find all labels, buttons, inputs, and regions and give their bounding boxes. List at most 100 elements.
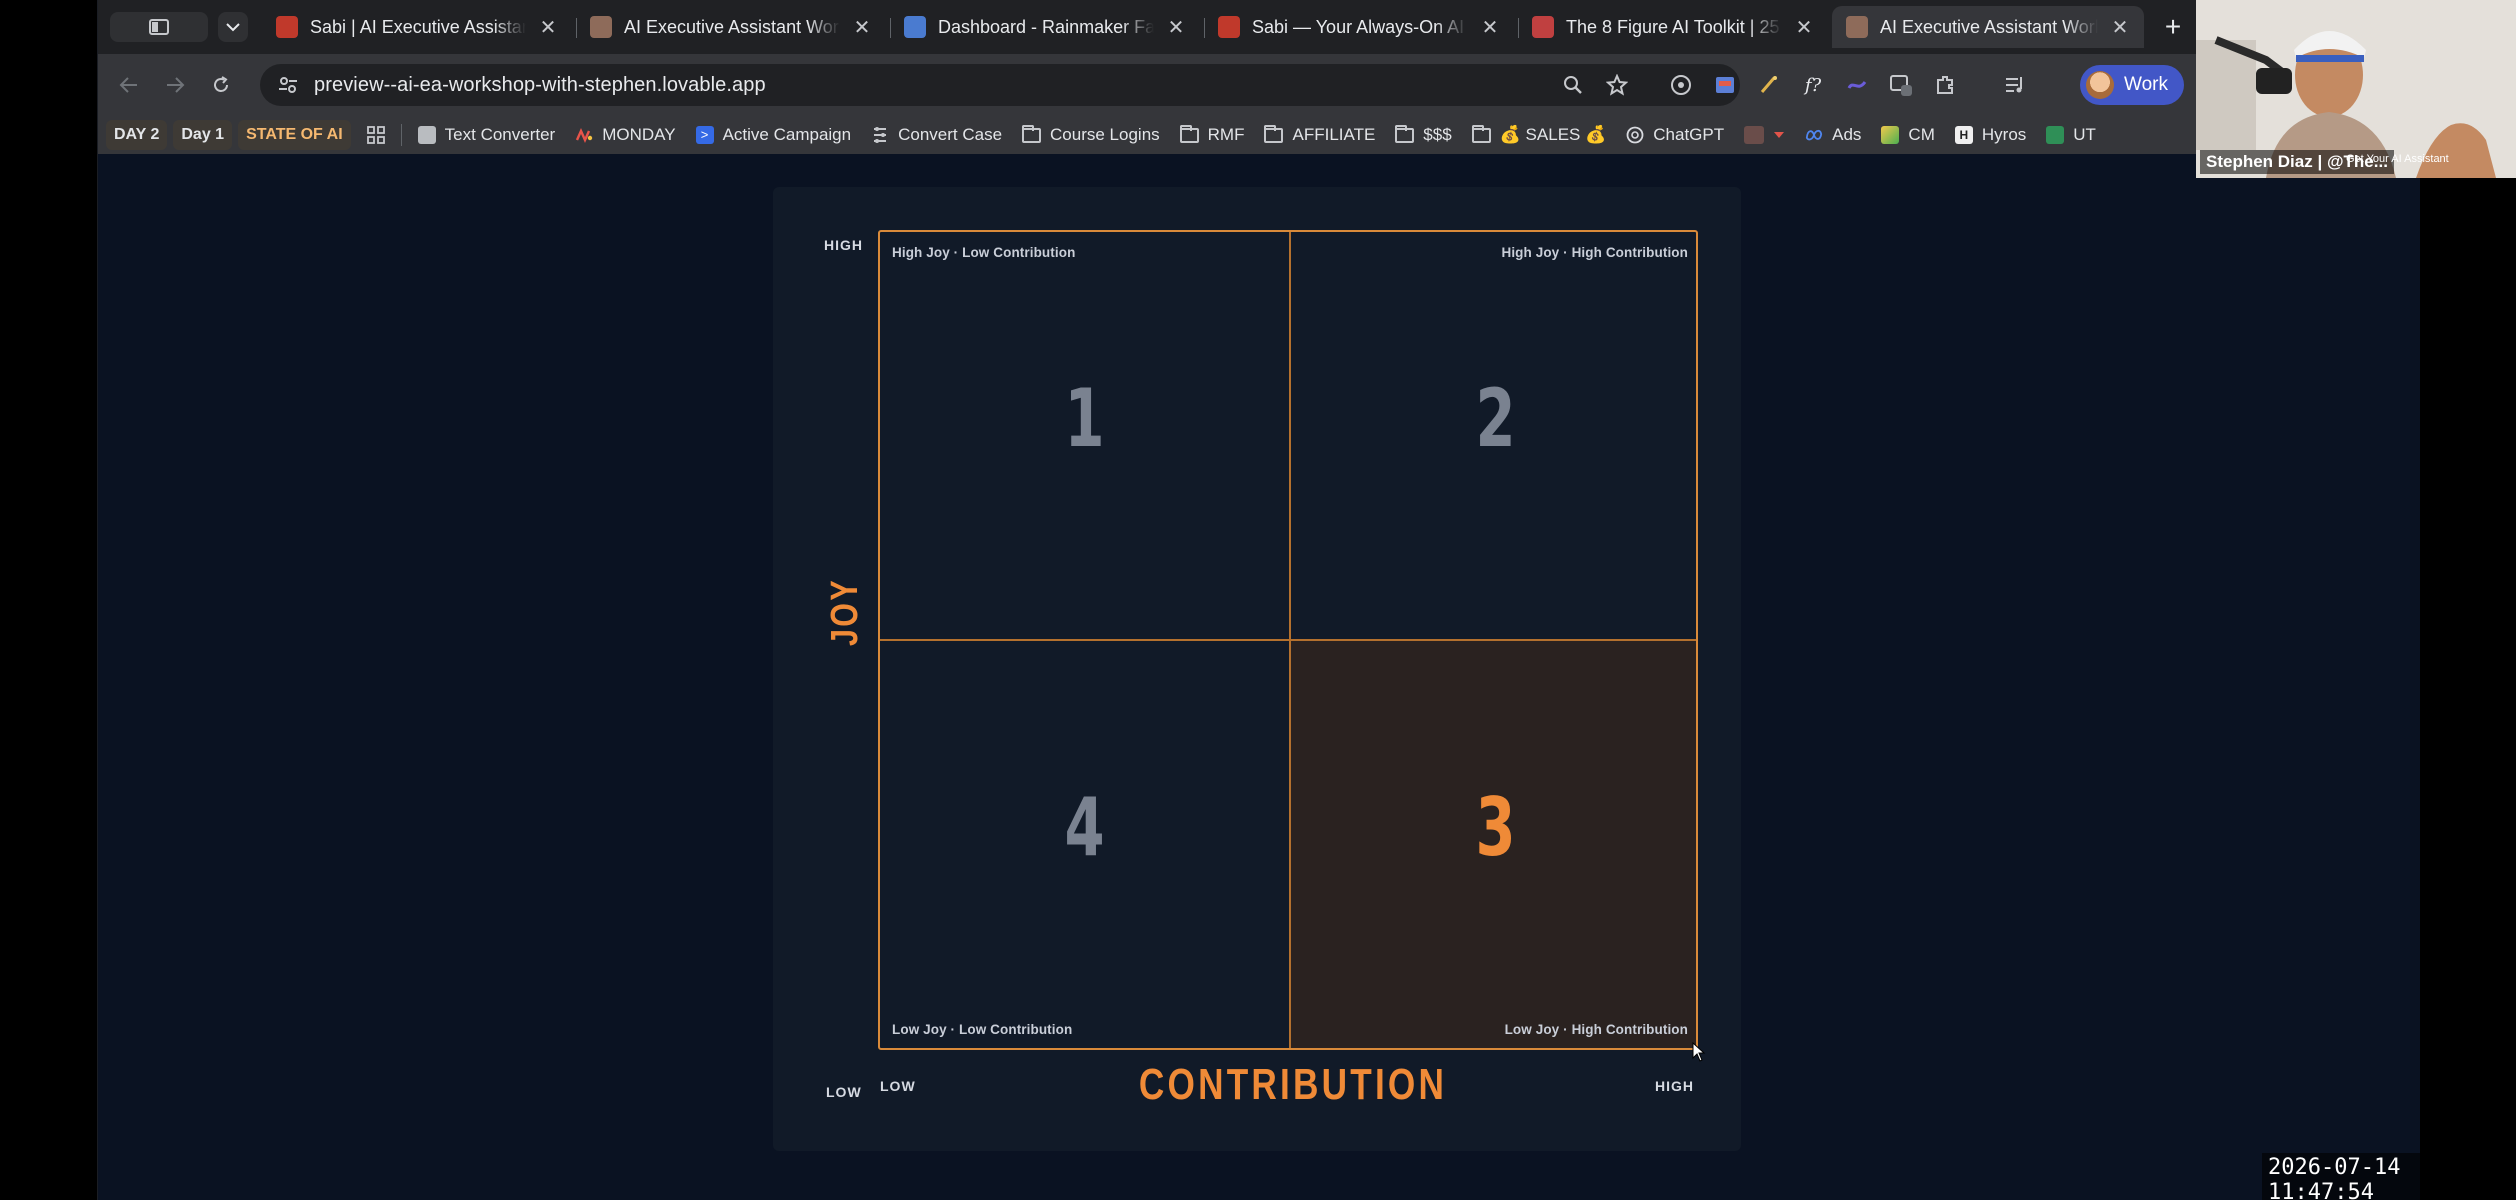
quadrant-number: 3	[1475, 781, 1516, 874]
extension-formula-icon[interactable]: f?	[1800, 72, 1826, 98]
close-icon[interactable]: ✕	[1480, 15, 1500, 40]
tab-title: Sabi | AI Executive Assistant	[310, 16, 526, 37]
quadrant-caption: Low Joy · High Contribution	[1504, 1022, 1688, 1037]
quadrant-number: 2	[1475, 372, 1516, 465]
hyros-icon: H	[1954, 126, 1973, 144]
folder-icon	[1264, 124, 1284, 143]
bookmark-state-of-ai[interactable]: STATE OF AI	[238, 120, 351, 150]
x-axis-high-label: HIGH	[1655, 1078, 1694, 1094]
tab-1[interactable]: Sabi | AI Executive Assistant ✕	[262, 6, 572, 48]
close-icon[interactable]: ✕	[1794, 15, 1814, 40]
favicon-icon	[1218, 16, 1240, 38]
tab-title: The 8 Figure AI Toolkit | 25 Tools	[1566, 16, 1782, 37]
close-icon[interactable]: ✕	[538, 15, 558, 40]
extensions-puzzle-icon[interactable]	[1932, 72, 1958, 98]
extension-4-icon[interactable]	[1844, 72, 1870, 98]
bookmark-chatgpt[interactable]: ChatGPT	[1616, 120, 1734, 150]
mouse-cursor-icon	[1692, 1042, 1706, 1062]
quadrant-grid: High Joy · Low Contribution 1 High Joy ·…	[878, 230, 1698, 1050]
zoom-icon[interactable]	[1560, 72, 1586, 98]
bookmark-hyros[interactable]: H Hyros	[1945, 120, 2036, 150]
quadrant-caption: High Joy · High Contribution	[1501, 245, 1688, 260]
browser-window: Sabi | AI Executive Assistant ✕ AI Execu…	[97, 0, 2420, 1200]
extension-2-icon[interactable]	[1712, 72, 1738, 98]
bookmark-hidden-folder[interactable]	[1734, 120, 1795, 150]
quadrant-number: 4	[1064, 781, 1105, 874]
page-content: HIGH JOY LOW High Joy · Low Contribution…	[98, 154, 2420, 1200]
profile-label: Work	[2124, 74, 2168, 95]
bookmark-active-campaign[interactable]: > Active Campaign	[686, 120, 862, 150]
y-axis-high-label: HIGH	[824, 237, 863, 253]
caret-down-icon	[1774, 132, 1785, 138]
tab-title: AI Executive Assistant Workshop	[1880, 16, 2098, 37]
sidebar-icon	[149, 19, 169, 35]
quadrant-4[interactable]: Low Joy · Low Contribution 4	[880, 641, 1289, 1048]
bookmark-star-icon[interactable]	[1604, 72, 1630, 98]
x-axis-label: CONTRIBUTION	[1138, 1060, 1448, 1109]
profile-button[interactable]: Work	[2080, 65, 2184, 105]
tab-2[interactable]: AI Executive Assistant Workshop ✕	[576, 6, 886, 48]
bookmark-folder-course-logins[interactable]: Course Logins	[1012, 120, 1170, 150]
x-axis-low-label: LOW	[880, 1078, 916, 1094]
forward-button[interactable]	[160, 70, 190, 100]
tab-search-button[interactable]	[110, 12, 208, 42]
bookmark-folder-sales[interactable]: 💰 SALES 💰	[1462, 120, 1617, 150]
quadrant-2[interactable]: High Joy · High Contribution 2	[1291, 232, 1696, 641]
tab-list-button[interactable]	[218, 12, 248, 42]
reload-icon	[214, 76, 228, 92]
chevron-down-icon	[226, 23, 240, 32]
favicon-icon	[276, 16, 298, 38]
bookmark-cm[interactable]: CM	[1871, 120, 1944, 150]
close-icon[interactable]: ✕	[852, 15, 872, 40]
bookmark-ads[interactable]: Ads	[1795, 120, 1871, 150]
new-tab-button[interactable]: +	[2156, 12, 2190, 42]
bookmark-ut[interactable]: UT	[2036, 120, 2106, 150]
favicon-icon	[1846, 16, 1868, 38]
reload-button[interactable]	[206, 70, 236, 100]
tab-3[interactable]: Dashboard - Rainmaker Family ✕	[890, 6, 1200, 48]
webcam-tag: Get Your AI Assistant	[2346, 153, 2449, 165]
ut-icon	[2046, 126, 2065, 144]
bookmark-monday[interactable]: MONDAY	[565, 120, 685, 150]
favicon-icon	[590, 16, 612, 38]
bookmarks-bar: DAY 2 Day 1 STATE OF AI Text Converter M…	[98, 116, 2420, 154]
bookmark-day-2[interactable]: DAY 2	[106, 120, 168, 150]
extension-3-icon[interactable]	[1756, 72, 1782, 98]
extension-1-icon[interactable]	[1668, 72, 1694, 98]
site-settings-icon[interactable]	[278, 75, 298, 95]
grid-icon	[366, 126, 385, 144]
tab-6-active[interactable]: AI Executive Assistant Workshop ✕	[1832, 6, 2144, 48]
joy-contribution-matrix-card: HIGH JOY LOW High Joy · Low Contribution…	[773, 187, 1741, 1151]
webcam-overlay: Stephen Diaz | @The... Get Your AI Assis…	[2196, 0, 2516, 178]
y-axis-label: JOY	[824, 577, 866, 646]
extension-5-icon[interactable]	[1888, 72, 1914, 98]
close-icon[interactable]: ✕	[2110, 15, 2130, 40]
quadrant-caption: Low Joy · Low Contribution	[892, 1022, 1073, 1037]
bookmark-day-1[interactable]: Day 1	[173, 120, 233, 150]
media-controls-icon[interactable]	[2002, 72, 2028, 98]
horizontal-divider	[880, 639, 1696, 641]
quadrant-1[interactable]: High Joy · Low Contribution 1	[880, 232, 1289, 641]
text-converter-icon	[417, 126, 436, 144]
apps-grid-button[interactable]	[357, 120, 395, 150]
recording-timestamp: 2026-07-14 11:47:54	[2262, 1153, 2516, 1200]
quadrant-3-highlighted[interactable]: Low Joy · High Contribution 3	[1291, 641, 1696, 1048]
bookmark-folder-affiliate[interactable]: AFFILIATE	[1254, 120, 1385, 150]
folder-icon	[1022, 124, 1042, 143]
bookmark-text-converter[interactable]: Text Converter	[408, 120, 566, 150]
cm-icon	[1881, 126, 1900, 144]
bookmark-folder-rmf[interactable]: RMF	[1170, 120, 1255, 150]
back-button[interactable]	[114, 70, 144, 100]
address-bar[interactable]: preview--ai-ea-workshop-with-stephen.lov…	[260, 64, 1740, 106]
close-icon[interactable]: ✕	[1166, 15, 1186, 40]
meta-icon	[1806, 129, 1823, 141]
folder-icon	[1744, 126, 1765, 144]
bookmark-folder-money[interactable]: $$$	[1385, 120, 1461, 150]
tab-strip: Sabi | AI Executive Assistant ✕ AI Execu…	[98, 0, 2420, 54]
monday-icon	[576, 128, 593, 143]
bookmark-convert-case[interactable]: Convert Case	[861, 120, 1012, 150]
tab-4[interactable]: Sabi — Your Always-On AI Assistant ✕	[1204, 6, 1514, 48]
tab-5[interactable]: The 8 Figure AI Toolkit | 25 Tools ✕	[1518, 6, 1828, 48]
avatar	[2086, 71, 2114, 99]
favicon-icon	[1532, 16, 1554, 38]
